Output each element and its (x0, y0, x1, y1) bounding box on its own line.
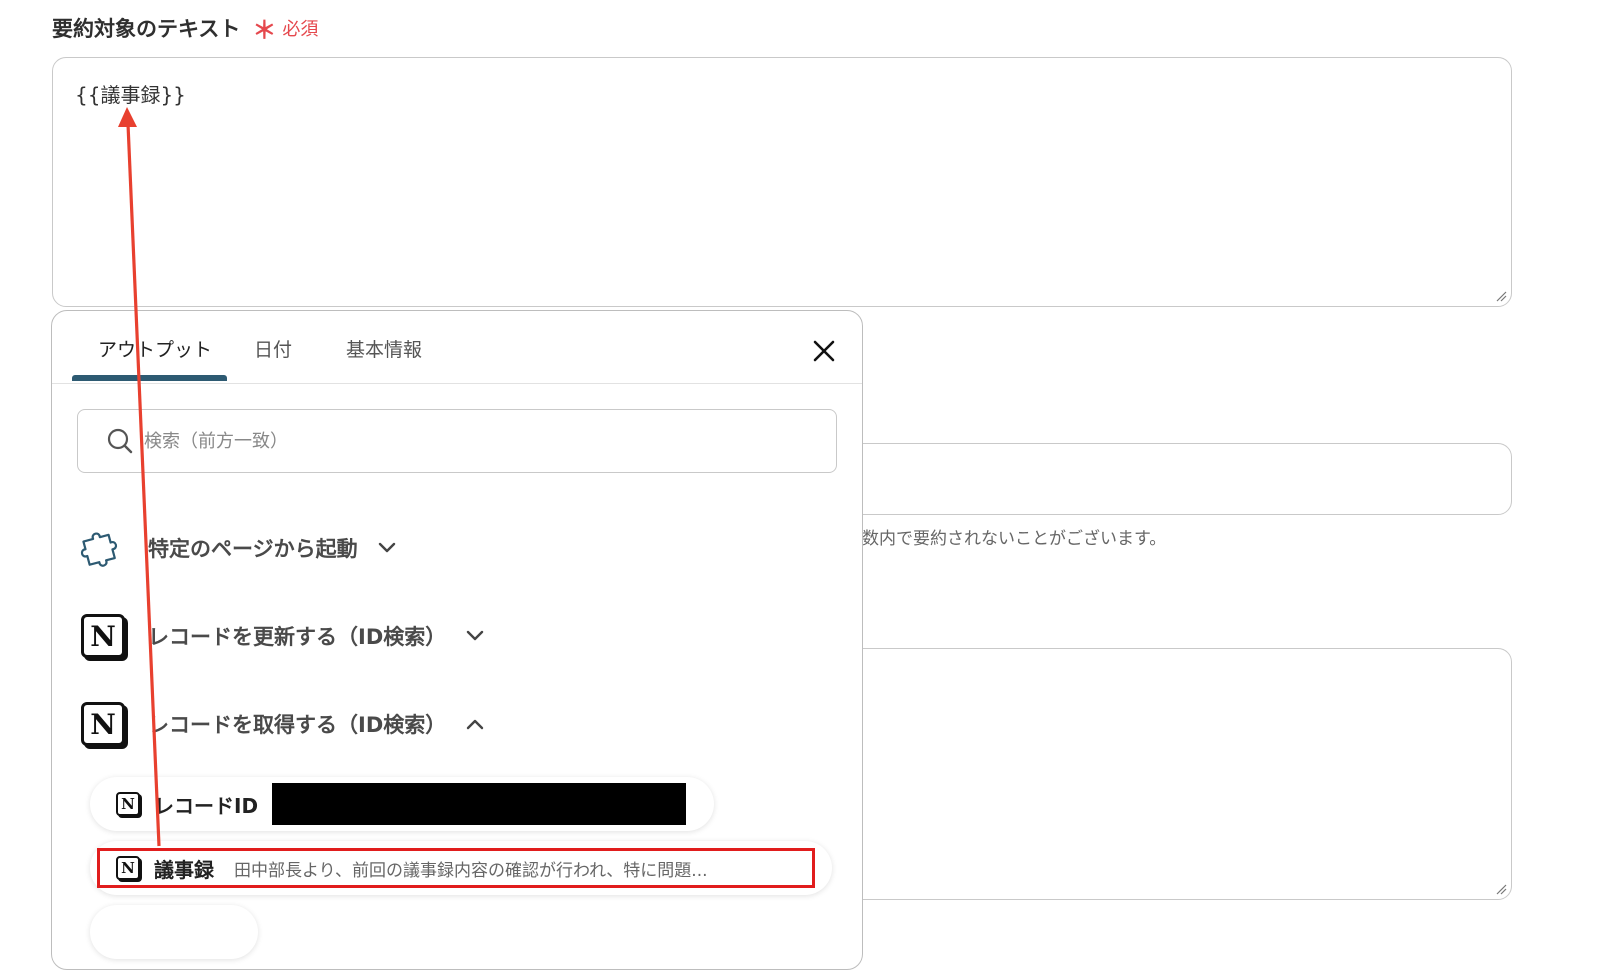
close-icon[interactable] (808, 335, 840, 367)
highlight-box (97, 848, 815, 888)
background-note: 数内で要約されないことがございます。 (862, 529, 1167, 549)
background-textarea[interactable] (840, 648, 1512, 900)
popup-tabs: アウトプット 日付 基本情報 (52, 311, 862, 384)
field-label-text: 要約対象のテキスト (52, 16, 241, 41)
group-page-trigger[interactable]: 特定のページから起動 (78, 523, 396, 573)
tab-output[interactable]: アウトプット (98, 335, 212, 362)
summary-target-textarea[interactable]: {{議事録}} (52, 57, 1512, 307)
tab-date[interactable]: 日付 (254, 335, 292, 362)
resize-grip-icon[interactable] (1495, 883, 1507, 895)
output-item-next[interactable] (90, 905, 258, 959)
chevron-down-icon (378, 542, 395, 553)
notion-icon: N (81, 702, 125, 746)
chevron-down-icon (467, 630, 484, 641)
search-input[interactable] (142, 429, 746, 453)
puzzle-icon (78, 523, 128, 573)
output-item-record-id[interactable]: N レコードID (90, 777, 714, 831)
required-mark: ＊ (252, 16, 277, 44)
group-label: レコードを取得する（ID検索） (148, 713, 447, 737)
field-label: 要約対象のテキスト ＊ 必須 (52, 10, 318, 45)
redacted-value (272, 783, 687, 825)
notion-icon: N (81, 614, 125, 658)
required-text: 必須 (282, 18, 319, 40)
resize-grip-icon[interactable] (1495, 290, 1507, 302)
chevron-up-icon (467, 719, 484, 730)
group-label: 特定のページから起動 (148, 537, 358, 561)
group-label: レコードを更新する（ID検索） (148, 625, 447, 649)
group-update-record[interactable]: N レコードを更新する（ID検索） (78, 611, 484, 661)
search-icon (107, 428, 133, 454)
tab-basic-info[interactable]: 基本情報 (346, 335, 422, 362)
background-input[interactable] (840, 443, 1512, 515)
active-tab-indicator (72, 375, 227, 381)
item-label: レコードID (154, 793, 259, 818)
textarea-value: {{議事録}} (75, 83, 186, 107)
search-box (77, 409, 837, 473)
group-get-record[interactable]: N レコードを取得する（ID検索） (78, 699, 484, 749)
notion-icon: N (116, 792, 140, 816)
